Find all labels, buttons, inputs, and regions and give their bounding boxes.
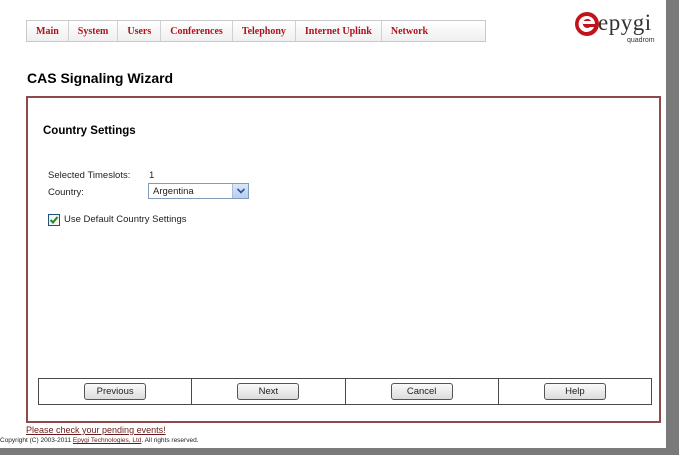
top-navigation: Main System Users Conferences Telephony … <box>26 20 486 42</box>
copyright-suffix: . All rights reserved. <box>141 437 199 444</box>
timeslots-value: 1 <box>149 170 155 181</box>
nav-main[interactable]: Main <box>27 21 69 41</box>
cancel-button[interactable]: Cancel <box>390 383 453 400</box>
copyright-prefix: Copyright (C) 2003-2011 <box>0 437 73 444</box>
nav-telephony[interactable]: Telephony <box>233 21 296 41</box>
page-title: CAS Signaling Wizard <box>27 70 174 86</box>
window-frame-bottom <box>0 448 679 455</box>
cancel-cell: Cancel <box>346 379 499 404</box>
copyright-notice: Copyright (C) 2003-2011 Epygi Technologi… <box>0 437 199 444</box>
previous-cell: Previous <box>39 379 193 404</box>
pending-events-link[interactable]: Please check your pending events! <box>26 425 166 435</box>
nav-system[interactable]: System <box>69 21 119 41</box>
timeslots-label: Selected Timeslots: <box>48 170 131 181</box>
nav-internet-uplink[interactable]: Internet Uplink <box>296 21 382 41</box>
country-label: Country: <box>48 187 84 198</box>
next-cell: Next <box>192 379 346 404</box>
use-default-label: Use Default Country Settings <box>64 214 187 225</box>
epygi-logo-mark-icon <box>575 12 599 36</box>
epygi-link[interactable]: Epygi Technologies, Ltd <box>73 437 142 444</box>
country-select[interactable]: Argentina <box>148 183 249 199</box>
country-selected-value: Argentina <box>153 185 194 197</box>
next-button[interactable]: Next <box>237 383 300 400</box>
logo-wordmark: epygi <box>598 10 652 35</box>
epygi-logo: epygi quadrom <box>574 10 664 50</box>
window-frame-right <box>666 0 679 455</box>
nav-network[interactable]: Network <box>382 21 485 41</box>
section-title: Country Settings <box>43 125 136 137</box>
logo-subtitle: quadrom <box>627 37 655 44</box>
nav-users[interactable]: Users <box>118 21 162 41</box>
checkmark-icon <box>49 216 59 224</box>
previous-button[interactable]: Previous <box>84 383 147 400</box>
help-cell: Help <box>499 379 651 404</box>
use-default-checkbox[interactable] <box>48 214 60 226</box>
wizard-panel: Country Settings Selected Timeslots: 1 C… <box>26 96 661 423</box>
nav-conferences[interactable]: Conferences <box>161 21 233 41</box>
chevron-down-icon[interactable] <box>232 184 248 198</box>
wizard-button-bar: Previous Next Cancel Help <box>38 378 652 405</box>
help-button[interactable]: Help <box>543 383 606 400</box>
